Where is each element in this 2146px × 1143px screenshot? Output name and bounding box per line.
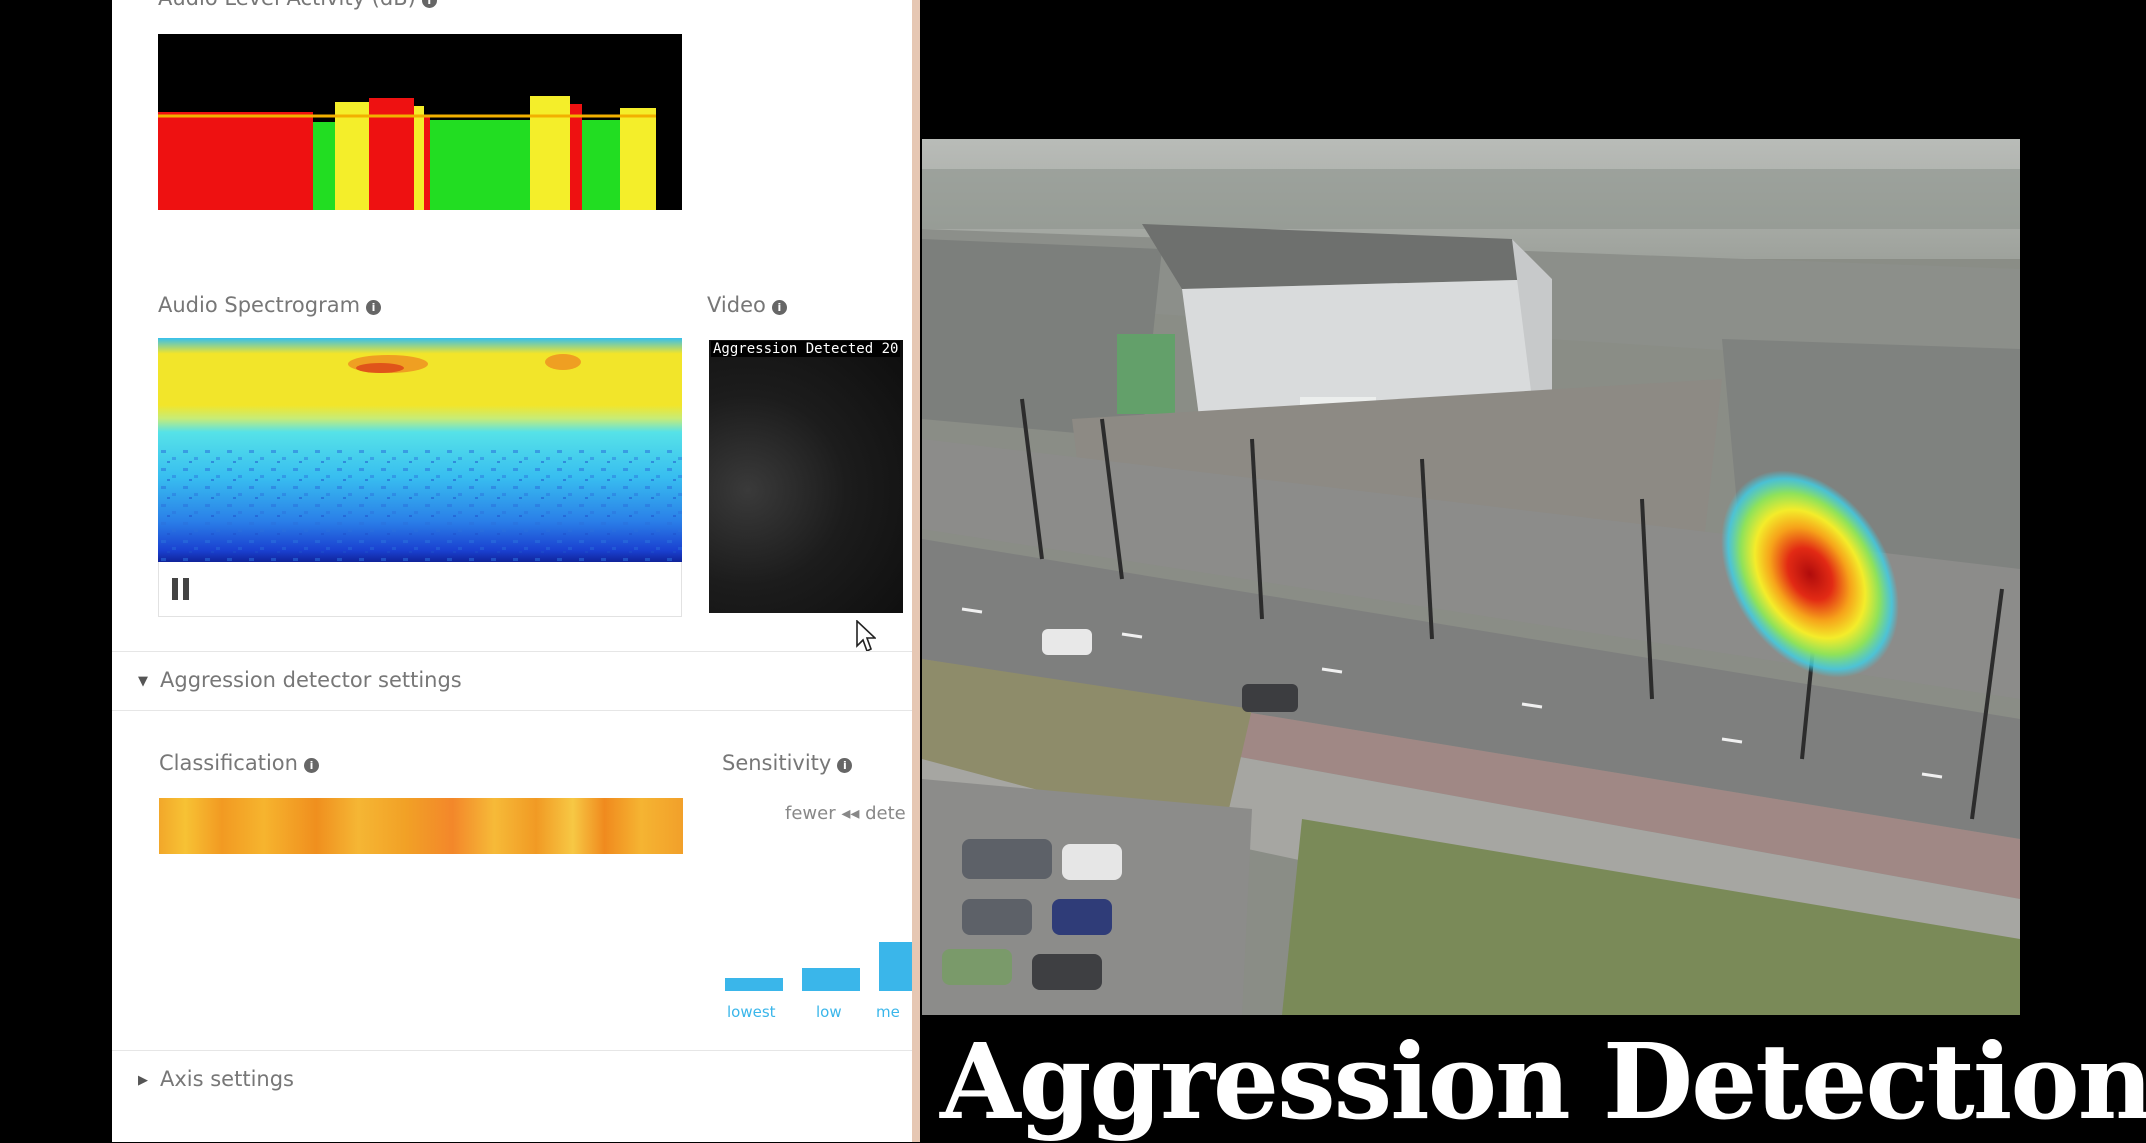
sensitivity-caption: fewer ◂◂ dete bbox=[785, 803, 906, 824]
info-icon[interactable]: i bbox=[837, 758, 853, 773]
audio-level-label: Audio Level Activity (dB)i bbox=[158, 0, 437, 10]
video-thumbnail[interactable]: Aggression Detected 20 bbox=[709, 340, 903, 613]
axis-settings-header[interactable]: ▶ Axis settings bbox=[112, 1050, 912, 1109]
sensitivity-option-lowest[interactable] bbox=[725, 978, 783, 991]
spectrogram-controls bbox=[158, 562, 682, 617]
mouse-cursor bbox=[856, 620, 876, 653]
sensitivity-label: Sensitivity i bbox=[722, 751, 853, 775]
sensitivity-option-low[interactable] bbox=[802, 968, 860, 991]
panel-divider bbox=[912, 0, 920, 1142]
video-label: Video i bbox=[707, 293, 787, 317]
aerial-camera-view bbox=[922, 139, 2020, 1015]
sensitivity-label-low: low bbox=[816, 1003, 842, 1021]
caret-down-icon: ▼ bbox=[138, 674, 148, 689]
info-icon[interactable]: i bbox=[303, 758, 319, 773]
spectrogram-label: Audio Spectrogram i bbox=[158, 293, 382, 317]
detector-panel: Audio Level Activity (dB)i Audio Spectro… bbox=[112, 0, 912, 1142]
sensitivity-option-medium[interactable] bbox=[879, 942, 912, 991]
sensitivity-label-medium: me bbox=[876, 1003, 900, 1021]
overlay-title: Aggression Detection bbox=[940, 1020, 2146, 1143]
info-icon[interactable]: i bbox=[421, 0, 437, 8]
spectrogram-image bbox=[158, 338, 682, 562]
pause-icon[interactable] bbox=[172, 578, 190, 600]
sensitivity-label-lowest: lowest bbox=[727, 1003, 776, 1021]
audio-level-chart bbox=[158, 34, 682, 210]
caret-right-icon: ▶ bbox=[138, 1073, 148, 1088]
classification-bar bbox=[159, 798, 683, 854]
info-icon[interactable]: i bbox=[771, 300, 787, 315]
classification-label: Classification i bbox=[159, 751, 319, 775]
video-overlay-text: Aggression Detected 20 bbox=[711, 341, 901, 357]
aggression-settings-header[interactable]: ▼ Aggression detector settings bbox=[112, 651, 912, 711]
info-icon[interactable]: i bbox=[366, 300, 382, 315]
